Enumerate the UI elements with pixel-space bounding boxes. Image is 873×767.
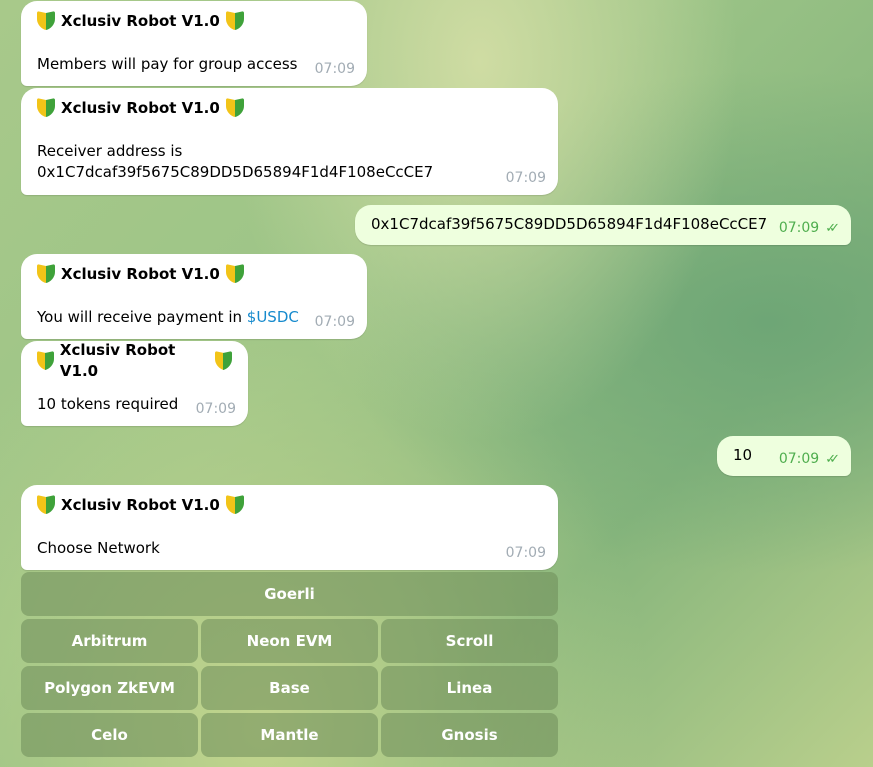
beginner-badge-icon — [37, 11, 55, 31]
message-bubble[interactable]: Xclusiv Robot V1.0 Members will pay for … — [21, 1, 367, 86]
beginner-badge-icon — [226, 11, 244, 31]
message-time: 07:09 — [195, 401, 236, 417]
beginner-badge-icon — [226, 98, 244, 118]
network-button-polygon-zkevm[interactable]: Polygon ZkEVM — [21, 666, 198, 710]
usdc-link[interactable]: $USDC — [247, 308, 299, 326]
sender-name-row: Xclusiv Robot V1.0 — [37, 10, 351, 32]
message-bubble[interactable]: Xclusiv Robot V1.0 Receiver address is 0… — [21, 88, 558, 195]
message-text: Members will pay for group access — [37, 55, 298, 73]
beginner-badge-icon — [37, 351, 54, 371]
sender-name: Xclusiv Robot V1.0 — [61, 495, 220, 514]
message-bubble[interactable]: Xclusiv Robot V1.0 10 tokens required 07… — [21, 341, 248, 426]
sender-name-row: Xclusiv Robot V1.0 — [37, 494, 542, 516]
message-time-row: 07:09 ✓✓ — [778, 449, 840, 470]
network-button-celo[interactable]: Celo — [21, 713, 198, 757]
network-button-mantle[interactable]: Mantle — [201, 713, 378, 757]
message-time-row: 07:09 ✓✓ — [778, 218, 840, 239]
network-button-goerli[interactable]: Goerli — [21, 572, 558, 616]
keyboard-row: Goerli — [21, 572, 558, 616]
message-text: Receiver address is 0x1C7dcaf39f5675C89D… — [37, 142, 434, 181]
outgoing-message-bubble[interactable]: 10 07:09 ✓✓ — [717, 436, 851, 476]
message-time: 07:09 — [314, 314, 355, 330]
network-button-neon-evm[interactable]: Neon EVM — [201, 619, 378, 663]
beginner-badge-icon — [37, 98, 55, 118]
sender-name-row: Xclusiv Robot V1.0 — [37, 341, 232, 380]
network-button-gnosis[interactable]: Gnosis — [381, 713, 558, 757]
double-check-icon: ✓✓ — [825, 452, 840, 467]
network-button-base[interactable]: Base — [201, 666, 378, 710]
beginner-badge-icon — [37, 495, 55, 515]
message-bubble[interactable]: Xclusiv Robot V1.0 You will receive paym… — [21, 254, 367, 339]
message-time: 07:09 — [778, 451, 820, 467]
sender-name: Xclusiv Robot V1.0 — [61, 11, 220, 30]
message-text: You will receive payment in $USDC — [37, 307, 351, 328]
outgoing-message-bubble[interactable]: 0x1C7dcaf39f5675C89DD5D65894F1d4F108eCcC… — [355, 205, 851, 245]
message-bubble[interactable]: Xclusiv Robot V1.0 Choose Network 07:09 — [21, 485, 558, 570]
keyboard-row: Arbitrum Neon EVM Scroll — [21, 619, 558, 663]
keyboard-row: Celo Mantle Gnosis — [21, 713, 558, 757]
sender-name: Xclusiv Robot V1.0 — [59, 341, 176, 380]
keyboard-row: Polygon ZkEVM Base Linea — [21, 666, 558, 710]
network-button-scroll[interactable]: Scroll — [381, 619, 558, 663]
beginner-badge-icon — [226, 264, 244, 284]
sender-name: Xclusiv Robot V1.0 — [61, 98, 220, 117]
double-check-icon: ✓✓ — [825, 221, 840, 236]
sender-name-row: Xclusiv Robot V1.0 — [37, 263, 351, 285]
beginner-badge-icon — [215, 351, 232, 371]
message-text-prefix: You will receive payment in — [37, 308, 247, 326]
sender-name: Xclusiv Robot V1.0 — [61, 264, 220, 283]
inline-keyboard: Goerli Arbitrum Neon EVM Scroll Polygon … — [21, 572, 558, 760]
beginner-badge-icon — [226, 495, 244, 515]
beginner-badge-icon — [37, 264, 55, 284]
sender-name-row: Xclusiv Robot V1.0 — [37, 97, 542, 119]
message-time: 07:09 — [505, 545, 546, 561]
chat-area[interactable]: Xclusiv Robot V1.0 Members will pay for … — [0, 0, 873, 767]
message-time: 07:09 — [505, 170, 546, 186]
message-text: 0x1C7dcaf39f5675C89DD5D65894F1d4F108eCcC… — [371, 215, 768, 233]
network-button-linea[interactable]: Linea — [381, 666, 558, 710]
message-time: 07:09 — [314, 61, 355, 77]
network-button-arbitrum[interactable]: Arbitrum — [21, 619, 198, 663]
message-time: 07:09 — [778, 220, 820, 236]
message-text: Choose Network — [37, 539, 160, 557]
